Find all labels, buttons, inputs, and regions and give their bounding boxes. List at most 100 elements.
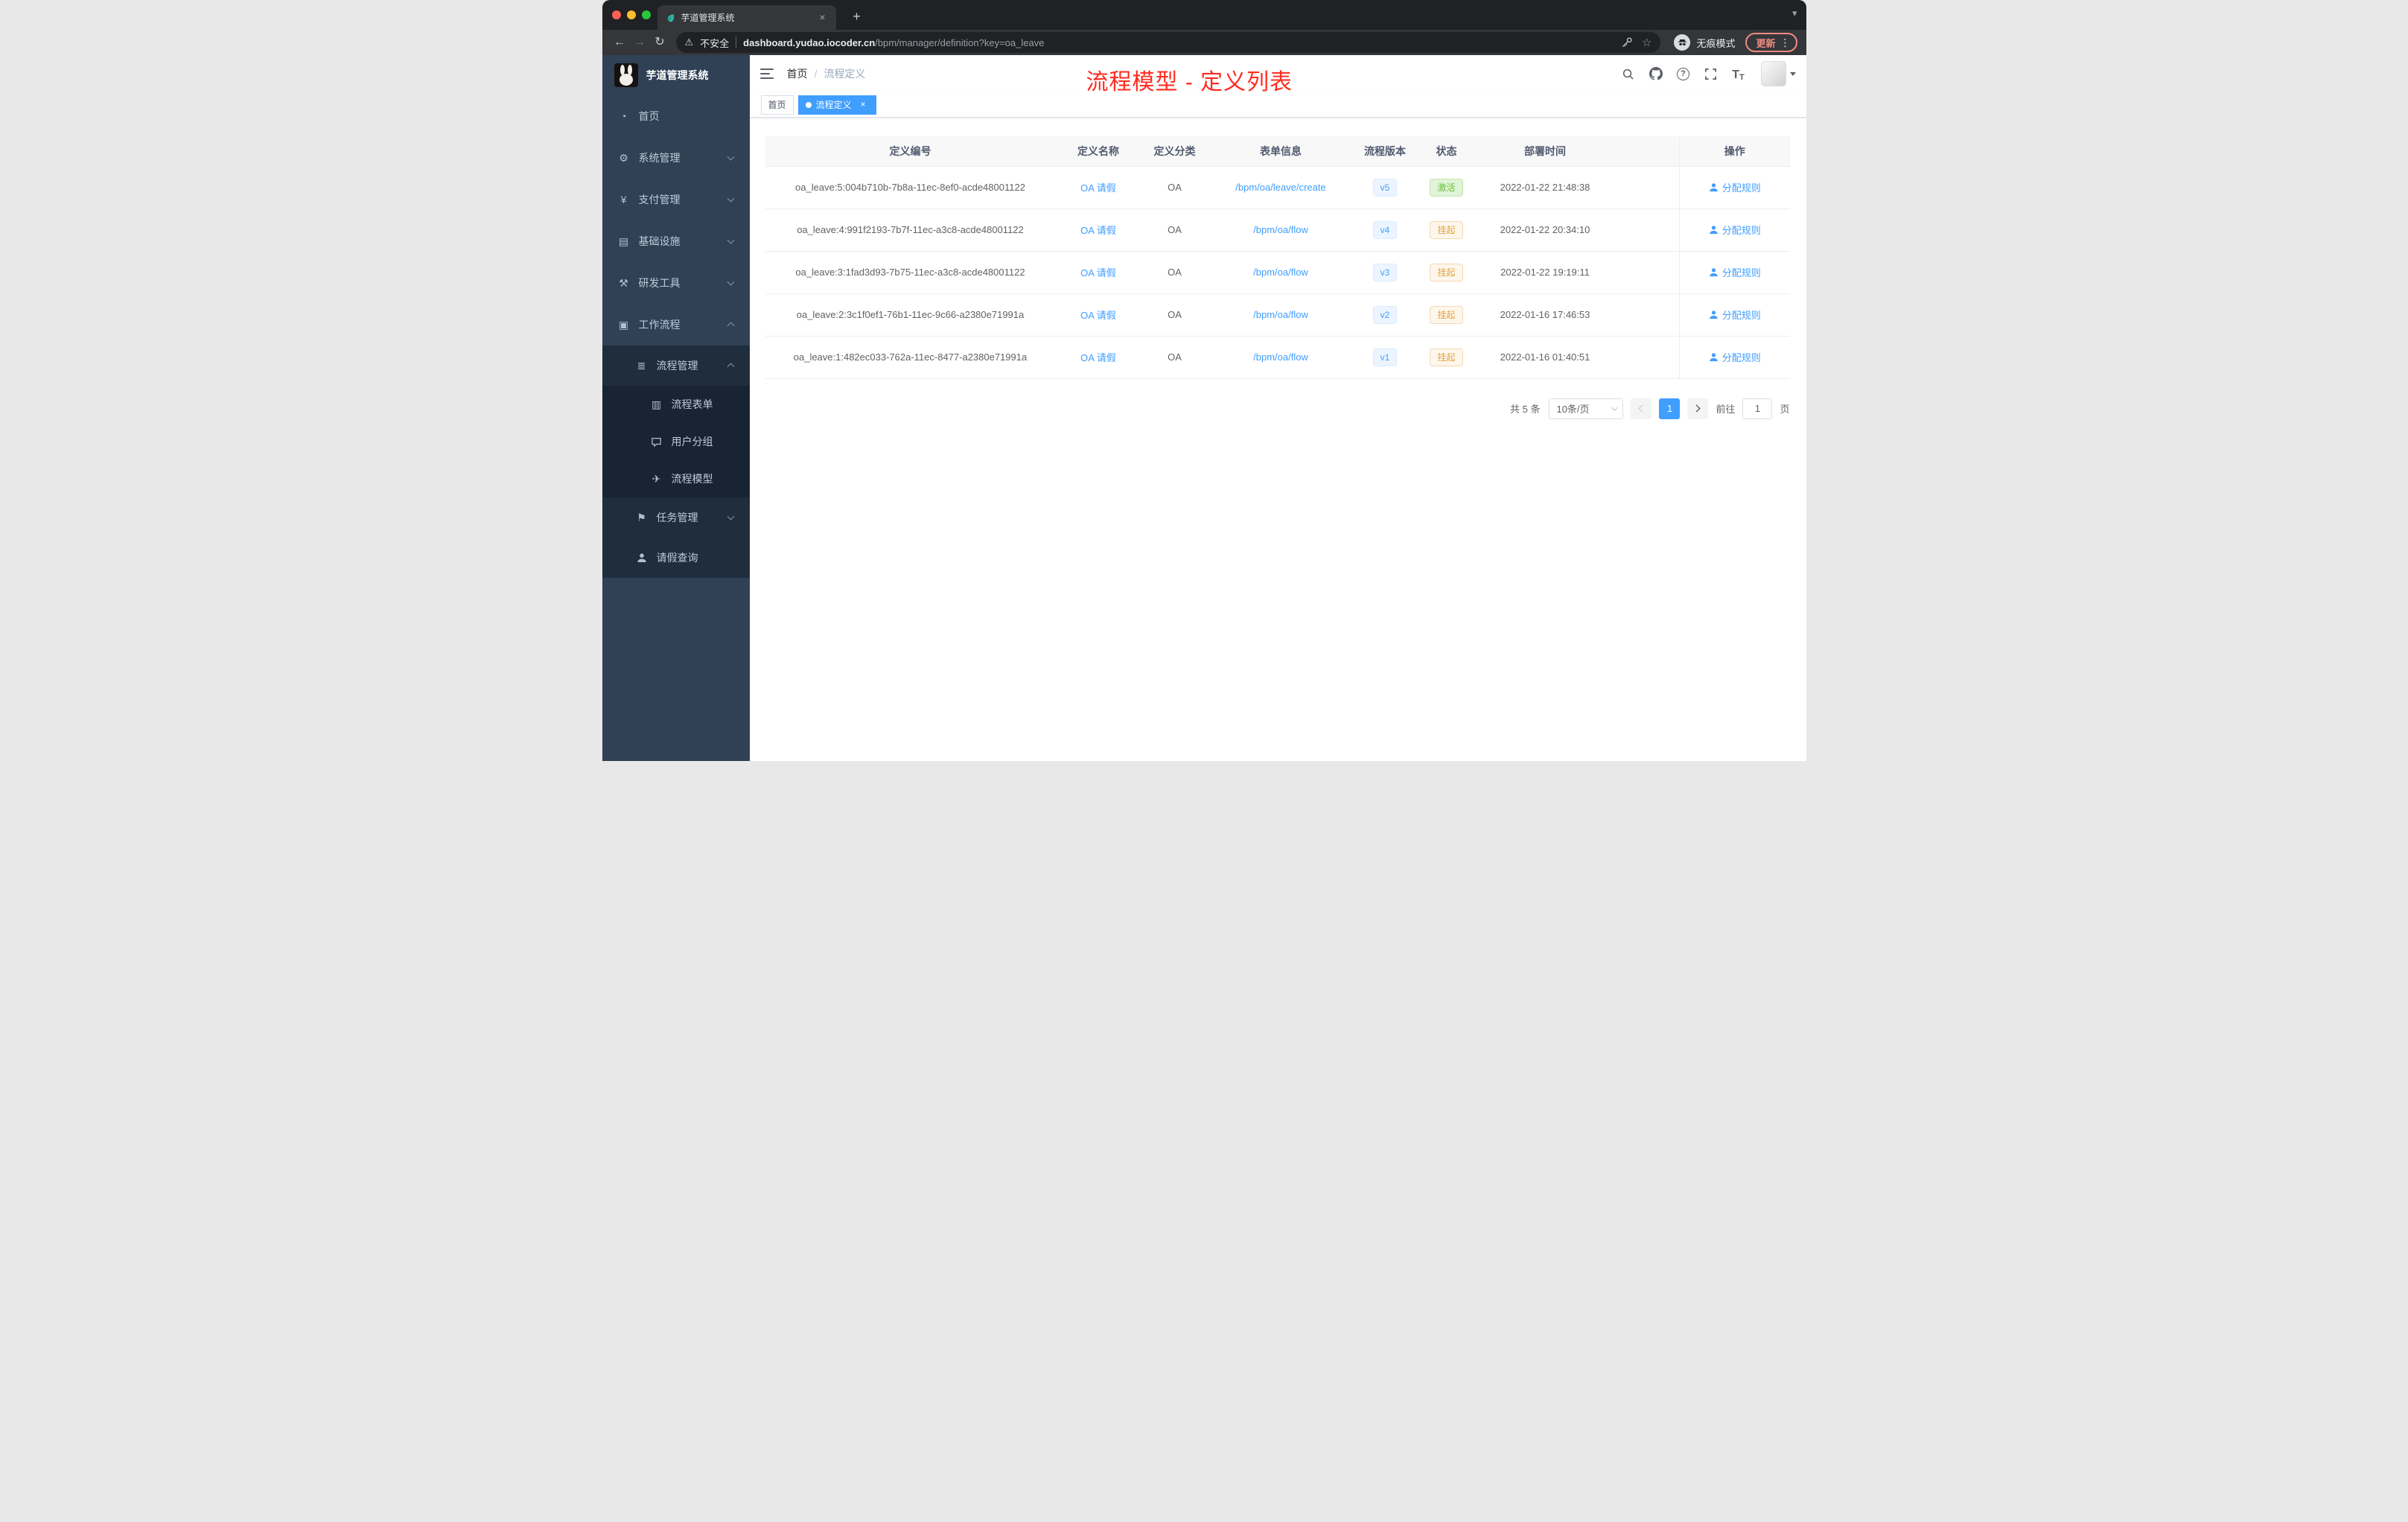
chevron-down-icon [727,512,734,520]
form-link[interactable]: /bpm/oa/flow [1253,351,1308,363]
page-number-1[interactable]: 1 [1659,398,1681,419]
sidebar-logo[interactable]: 芋道管理系统 [602,55,750,95]
address-bar[interactable]: ⚠ 不安全 dashboard.yudao.iocoder.cn/bpm/man… [675,32,1661,53]
security-label[interactable]: 不安全 [700,36,729,50]
column-header-spacer [1614,136,1680,167]
breadcrumb-home[interactable]: 首页 [787,66,808,81]
definition-name-link[interactable]: OA 请假 [1080,182,1116,194]
sidebar-item-process-model[interactable]: ✈ 流程模型 [602,460,750,497]
minimize-window-button[interactable] [626,10,636,19]
close-window-button[interactable] [611,10,621,19]
sidebar-toggle-hamburger-icon[interactable] [759,66,775,82]
action-cell: 分配规则 [1679,251,1790,294]
update-label: 更新 [1756,37,1776,49]
assign-rule-link[interactable]: 分配规则 [1709,308,1761,322]
browser-update-button[interactable]: 更新 ⋮ [1745,33,1797,52]
previous-page-button[interactable] [1631,398,1652,419]
goto-page-input[interactable] [1742,398,1773,419]
fullscreen-icon[interactable] [1703,66,1719,82]
list-icon: ≣ [637,359,646,372]
form-link[interactable]: /bpm/oa/flow [1253,224,1308,235]
tag-close-icon[interactable]: × [858,99,869,110]
deploy-time-cell: 2022-01-22 19:19:11 [1476,251,1614,294]
form-link[interactable]: /bpm/oa/flow [1253,309,1308,320]
chevron-down-icon [727,236,734,244]
action-cell: 分配规则 [1679,336,1790,379]
browser-menu-kebab-icon[interactable]: ⋮ [1780,37,1791,48]
avatar[interactable] [1760,61,1786,86]
user-menu[interactable] [1760,61,1796,86]
table-row: oa_leave:3:1fad3d93-7b75-11ec-a3c8-acde4… [765,251,1790,294]
version-cell: v2 [1353,293,1417,337]
definition-name-cell: OA 请假 [1055,293,1141,337]
definition-id-cell: oa_leave:4:991f2193-7b7f-11ec-a3c8-acde4… [765,208,1056,252]
assign-rule-link[interactable]: 分配规则 [1709,350,1761,364]
main-area: 流程模型 - 定义列表 首页 / 流程定义 ? T T 首页 流程定义 × 定义… [749,55,1806,761]
sidebar-item-process-management[interactable]: ≣ 流程管理 [602,346,750,386]
yen-icon: ¥ [620,194,627,206]
password-key-icon[interactable] [1621,36,1633,48]
help-icon[interactable]: ? [1675,66,1692,82]
form-link[interactable]: /bpm/oa/flow [1253,267,1308,278]
url-domain: dashboard.yudao.iocoder.cn [743,36,876,48]
sidebar-item-infrastructure[interactable]: ▤ 基础设施 [602,220,750,262]
assign-rule-link[interactable]: 分配规则 [1709,223,1761,237]
font-size-icon[interactable]: TT [1730,66,1747,82]
definition-name-link[interactable]: OA 请假 [1080,225,1116,236]
page-size-select[interactable]: 10条/页 [1549,398,1624,419]
chevron-down-icon [727,194,734,203]
active-tag-dot [805,101,812,108]
sidebar-item-process-form[interactable]: ▥ 流程表单 [602,386,750,423]
definition-name-cell: OA 请假 [1055,251,1141,294]
status-tag: 挂起 [1430,263,1463,281]
definition-name-cell: OA 请假 [1055,208,1141,252]
forward-button[interactable]: → [630,33,650,52]
zoom-window-button[interactable] [641,10,651,19]
next-page-button[interactable] [1687,398,1709,419]
form-info-cell: /bpm/oa/flow [1208,293,1354,337]
assign-rule-link[interactable]: 分配规则 [1709,180,1761,194]
bookmark-star-icon[interactable]: ☆ [1642,36,1651,49]
form-link[interactable]: /bpm/oa/leave/create [1235,182,1325,193]
sidebar-item-dev-tools[interactable]: ⚒ 研发工具 [602,262,750,304]
sidebar-item-payment-management[interactable]: ¥ 支付管理 [602,179,750,220]
tab-close-icon[interactable]: × [817,11,829,24]
sidebar-item-leave-query[interactable]: 请假查询 [602,538,750,578]
definition-table: 定义编号 定义名称 定义分类 表单信息 流程版本 状态 部署时间 操作 oa_l… [765,136,1790,379]
github-icon[interactable] [1648,66,1664,82]
sidebar-item-task-management[interactable]: ⚑ 任务管理 [602,497,750,538]
sidebar-item-home[interactable]: ◔ 首页 [602,95,750,137]
chevron-up-icon [727,363,734,371]
column-header-deploy-time: 部署时间 [1476,136,1614,167]
version-cell: v3 [1353,251,1417,294]
table-row: oa_leave:5:004b710b-7b8a-11ec-8ef0-acde4… [765,166,1790,209]
reload-button[interactable]: ↻ [650,33,670,52]
version-cell: v5 [1353,166,1417,209]
table-body: oa_leave:5:004b710b-7b8a-11ec-8ef0-acde4… [765,166,1790,379]
tag-process-definition[interactable]: 流程定义 × [797,95,876,115]
pagination: 共 5 条 10条/页 1 前往 页 [765,398,1790,419]
definition-id-cell: oa_leave:5:004b710b-7b8a-11ec-8ef0-acde4… [765,166,1056,209]
definition-category-cell: OA [1141,251,1208,294]
infrastructure-icon: ▤ [618,235,629,247]
definition-name-link[interactable]: OA 请假 [1080,352,1116,363]
sidebar-item-label: 流程管理 [656,360,698,372]
app-title: 芋道管理系统 [646,69,709,81]
back-button[interactable]: ← [610,33,630,52]
assign-rule-link[interactable]: 分配规则 [1709,265,1761,279]
action-cell: 分配规则 [1679,208,1790,252]
sidebar-item-user-group[interactable]: 用户分组 [602,423,750,460]
tab-search-chevron-icon[interactable]: ▾ [1792,7,1797,19]
browser-tab[interactable]: 芋道管理系统 × [657,5,836,30]
definition-name-link[interactable]: OA 请假 [1080,267,1116,278]
gear-icon: ⚙ [619,151,628,164]
tag-home[interactable]: 首页 [760,95,794,115]
sidebar-item-system-management[interactable]: ⚙ 系统管理 [602,137,750,179]
column-header-definition-category: 定义分类 [1141,136,1208,167]
search-icon[interactable] [1620,66,1637,82]
sidebar-item-workflow[interactable]: ▣ 工作流程 [602,304,750,346]
definition-category-cell: OA [1141,208,1208,252]
column-header-action: 操作 [1679,136,1790,167]
new-tab-button[interactable]: + [848,8,866,26]
definition-name-link[interactable]: OA 请假 [1080,310,1116,321]
